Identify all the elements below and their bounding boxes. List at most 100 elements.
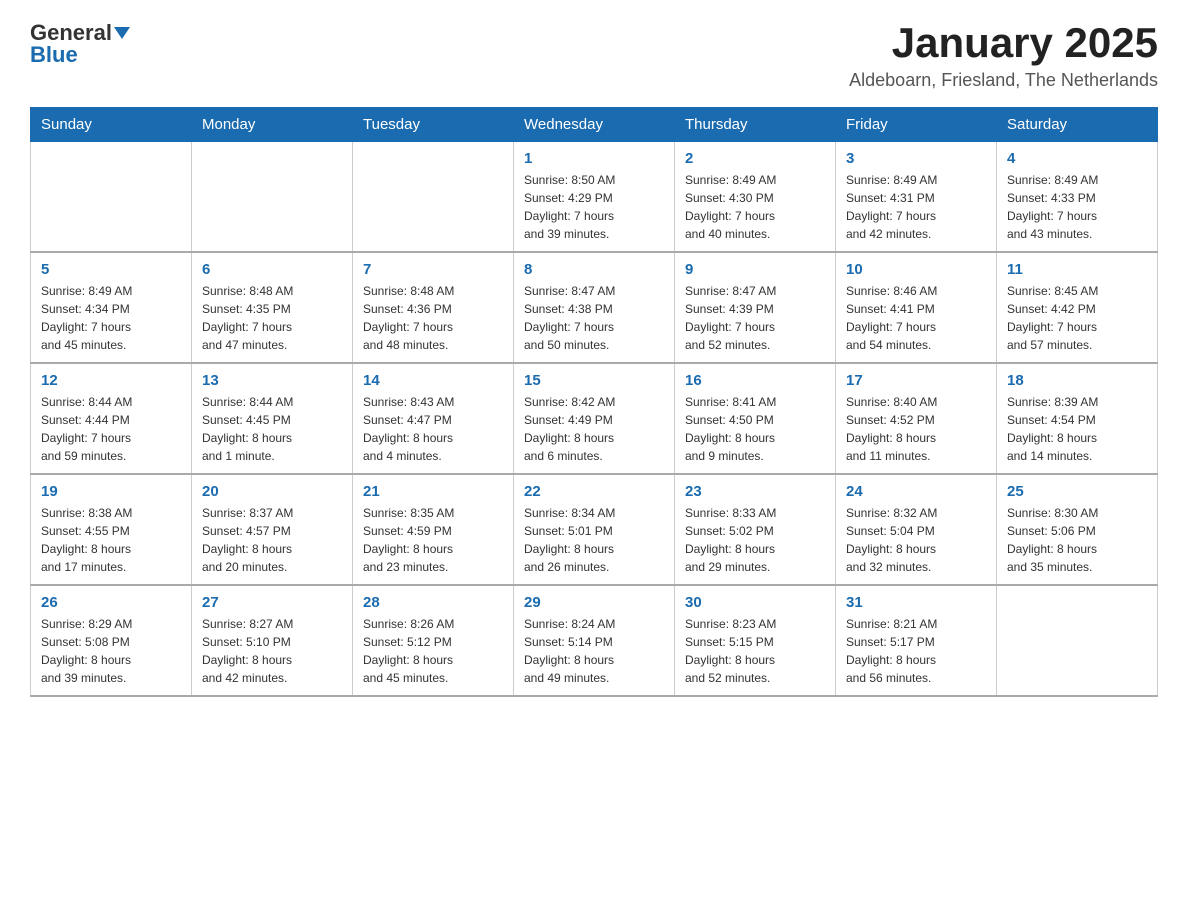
day-number: 20 [202, 483, 342, 500]
day-cell: 19Sunrise: 8:38 AM Sunset: 4:55 PM Dayli… [31, 474, 192, 585]
day-cell [31, 142, 192, 253]
day-cell: 16 Sunrise: 8:41 AM Sunset: 4:50 PM Dayli… [675, 363, 836, 474]
day-cell: 18 Sunrise: 8:39 AM Sunset: 4:54 PM Dayli… [997, 363, 1158, 474]
day-number: 11 [1007, 261, 1147, 278]
day-info: Sunrise: 8:48 AM Sunset: 4:36 PM Dayligh… [363, 282, 503, 354]
day-info: Sunrise: 8:49 AM Sunset: 4:34 PM Dayligh… [41, 282, 181, 354]
day-info: Sunrise: 8:47 AM Sunset: 4:39 PM Dayligh… [685, 282, 825, 354]
header-cell-friday: Friday [836, 108, 997, 142]
day-info: Sunrise: 8:46 AM Sunset: 4:41 PM Dayligh… [846, 282, 986, 354]
day-info: Sunrise: 8:47 AM Sunset: 4:38 PM Dayligh… [524, 282, 664, 354]
calendar-title: January 2025 [849, 20, 1158, 66]
day-cell: 13 Sunrise: 8:44 AM Sunset: 4:45 PM Dayli… [192, 363, 353, 474]
day-cell: 17 Sunrise: 8:40 AM Sunset: 4:52 PM Dayli… [836, 363, 997, 474]
page-header: General Blue January 2025 Aldeboarn, Fri… [30, 20, 1158, 91]
day-cell [192, 142, 353, 253]
day-number: 17 [846, 372, 986, 389]
day-number: 14 [363, 372, 503, 389]
day-info: Sunrise: 8:23 AM Sunset: 5:15 PM Dayligh… [685, 615, 825, 687]
day-cell: 6Sunrise: 8:48 AM Sunset: 4:35 PM Daylig… [192, 252, 353, 363]
day-info: Sunrise: 8:50 AM Sunset: 4:29 PM Dayligh… [524, 171, 664, 243]
day-number: 8 [524, 261, 664, 278]
header-cell-sunday: Sunday [31, 108, 192, 142]
day-info: Sunrise: 8:43 AM Sunset: 4:47 PM Dayligh… [363, 393, 503, 465]
week-row-1: 1Sunrise: 8:50 AM Sunset: 4:29 PM Daylig… [31, 142, 1158, 253]
day-info: Sunrise: 8:42 AM Sunset: 4:49 PM Dayligh… [524, 393, 664, 465]
day-info: Sunrise: 8:49 AM Sunset: 4:30 PM Dayligh… [685, 171, 825, 243]
day-info: Sunrise: 8:35 AM Sunset: 4:59 PM Dayligh… [363, 504, 503, 576]
day-number: 22 [524, 483, 664, 500]
day-number: 28 [363, 594, 503, 611]
day-info: Sunrise: 8:44 AM Sunset: 4:44 PM Dayligh… [41, 393, 181, 465]
logo-triangle-icon [114, 27, 130, 39]
day-cell: 14 Sunrise: 8:43 AM Sunset: 4:47 PM Dayli… [353, 363, 514, 474]
day-info: Sunrise: 8:24 AM Sunset: 5:14 PM Dayligh… [524, 615, 664, 687]
calendar-subtitle: Aldeboarn, Friesland, The Netherlands [849, 70, 1158, 91]
day-cell: 10 Sunrise: 8:46 AM Sunset: 4:41 PM Dayli… [836, 252, 997, 363]
day-number: 9 [685, 261, 825, 278]
day-number: 5 [41, 261, 181, 278]
day-number: 30 [685, 594, 825, 611]
header-cell-thursday: Thursday [675, 108, 836, 142]
calendar-table: SundayMondayTuesdayWednesdayThursdayFrid… [30, 107, 1158, 697]
day-info: Sunrise: 8:38 AM Sunset: 4:55 PM Dayligh… [41, 504, 181, 576]
day-cell: 27Sunrise: 8:27 AM Sunset: 5:10 PM Dayli… [192, 585, 353, 696]
day-info: Sunrise: 8:33 AM Sunset: 5:02 PM Dayligh… [685, 504, 825, 576]
header-cell-saturday: Saturday [997, 108, 1158, 142]
week-row-3: 12 Sunrise: 8:44 AM Sunset: 4:44 PM Dayli… [31, 363, 1158, 474]
day-info: Sunrise: 8:49 AM Sunset: 4:33 PM Dayligh… [1007, 171, 1147, 243]
day-info: Sunrise: 8:29 AM Sunset: 5:08 PM Dayligh… [41, 615, 181, 687]
week-row-2: 5 Sunrise: 8:49 AM Sunset: 4:34 PM Daylig… [31, 252, 1158, 363]
day-number: 18 [1007, 372, 1147, 389]
day-cell: 24 Sunrise: 8:32 AM Sunset: 5:04 PM Dayli… [836, 474, 997, 585]
day-number: 7 [363, 261, 503, 278]
day-info: Sunrise: 8:27 AM Sunset: 5:10 PM Dayligh… [202, 615, 342, 687]
day-cell: 2Sunrise: 8:49 AM Sunset: 4:30 PM Daylig… [675, 142, 836, 253]
header-cell-tuesday: Tuesday [353, 108, 514, 142]
day-cell: 31 Sunrise: 8:21 AM Sunset: 5:17 PM Dayli… [836, 585, 997, 696]
day-info: Sunrise: 8:41 AM Sunset: 4:50 PM Dayligh… [685, 393, 825, 465]
day-number: 3 [846, 150, 986, 167]
day-number: 10 [846, 261, 986, 278]
logo-blue: Blue [30, 42, 78, 68]
day-number: 6 [202, 261, 342, 278]
day-cell: 11 Sunrise: 8:45 AM Sunset: 4:42 PM Dayli… [997, 252, 1158, 363]
day-info: Sunrise: 8:26 AM Sunset: 5:12 PM Dayligh… [363, 615, 503, 687]
day-number: 15 [524, 372, 664, 389]
logo: General Blue [30, 20, 130, 68]
day-number: 4 [1007, 150, 1147, 167]
day-number: 25 [1007, 483, 1147, 500]
day-cell: 29 Sunrise: 8:24 AM Sunset: 5:14 PM Dayli… [514, 585, 675, 696]
day-cell: 8 Sunrise: 8:47 AM Sunset: 4:38 PM Daylig… [514, 252, 675, 363]
day-cell: 1Sunrise: 8:50 AM Sunset: 4:29 PM Daylig… [514, 142, 675, 253]
day-info: Sunrise: 8:45 AM Sunset: 4:42 PM Dayligh… [1007, 282, 1147, 354]
day-info: Sunrise: 8:21 AM Sunset: 5:17 PM Dayligh… [846, 615, 986, 687]
day-info: Sunrise: 8:44 AM Sunset: 4:45 PM Dayligh… [202, 393, 342, 465]
day-cell: 25 Sunrise: 8:30 AM Sunset: 5:06 PM Dayli… [997, 474, 1158, 585]
day-number: 29 [524, 594, 664, 611]
day-cell: 21Sunrise: 8:35 AM Sunset: 4:59 PM Dayli… [353, 474, 514, 585]
day-cell: 9 Sunrise: 8:47 AM Sunset: 4:39 PM Daylig… [675, 252, 836, 363]
day-number: 23 [685, 483, 825, 500]
calendar-header: SundayMondayTuesdayWednesdayThursdayFrid… [31, 108, 1158, 142]
day-info: Sunrise: 8:39 AM Sunset: 4:54 PM Dayligh… [1007, 393, 1147, 465]
day-number: 12 [41, 372, 181, 389]
day-info: Sunrise: 8:37 AM Sunset: 4:57 PM Dayligh… [202, 504, 342, 576]
header-cell-monday: Monday [192, 108, 353, 142]
day-cell: 26Sunrise: 8:29 AM Sunset: 5:08 PM Dayli… [31, 585, 192, 696]
day-info: Sunrise: 8:30 AM Sunset: 5:06 PM Dayligh… [1007, 504, 1147, 576]
week-row-4: 19Sunrise: 8:38 AM Sunset: 4:55 PM Dayli… [31, 474, 1158, 585]
day-cell: 23 Sunrise: 8:33 AM Sunset: 5:02 PM Dayli… [675, 474, 836, 585]
day-cell: 12 Sunrise: 8:44 AM Sunset: 4:44 PM Dayli… [31, 363, 192, 474]
day-info: Sunrise: 8:49 AM Sunset: 4:31 PM Dayligh… [846, 171, 986, 243]
day-cell: 7 Sunrise: 8:48 AM Sunset: 4:36 PM Daylig… [353, 252, 514, 363]
day-number: 31 [846, 594, 986, 611]
day-info: Sunrise: 8:40 AM Sunset: 4:52 PM Dayligh… [846, 393, 986, 465]
day-number: 13 [202, 372, 342, 389]
day-cell: 30 Sunrise: 8:23 AM Sunset: 5:15 PM Dayli… [675, 585, 836, 696]
day-number: 16 [685, 372, 825, 389]
day-cell: 4 Sunrise: 8:49 AM Sunset: 4:33 PM Daylig… [997, 142, 1158, 253]
day-info: Sunrise: 8:32 AM Sunset: 5:04 PM Dayligh… [846, 504, 986, 576]
day-number: 24 [846, 483, 986, 500]
header-cell-wednesday: Wednesday [514, 108, 675, 142]
